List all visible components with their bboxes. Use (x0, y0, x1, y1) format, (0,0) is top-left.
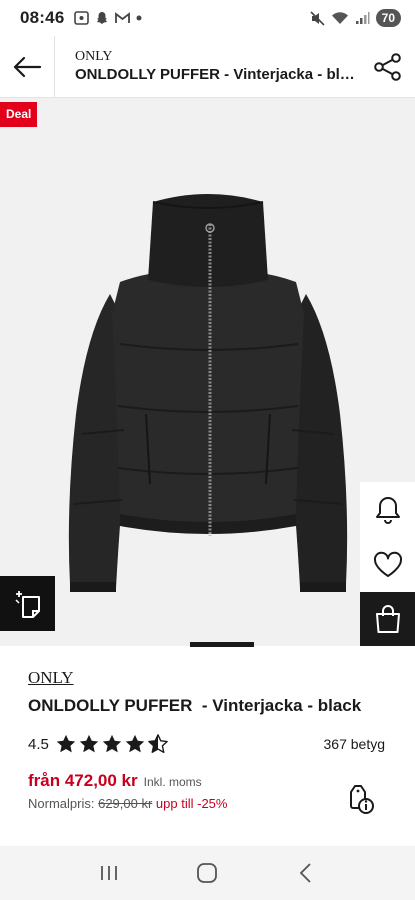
share-button[interactable] (361, 36, 415, 98)
status-bar: 08:46 70 (0, 0, 415, 36)
shopping-bag-icon (375, 605, 400, 633)
find-similar-button[interactable] (0, 576, 55, 631)
chevron-left-icon (299, 863, 311, 883)
snapchat-icon (97, 12, 108, 24)
heart-icon (373, 551, 402, 577)
carousel-indicator-active (190, 642, 254, 647)
normal-price-label: Normalpris: (28, 796, 95, 811)
review-count[interactable]: 367 betyg (324, 736, 399, 752)
header-title: ONLDOLLY PUFFER - Vinterjacka - bla... (75, 66, 355, 83)
header-brand: ONLY (75, 49, 113, 64)
brand-link[interactable]: ONLY (28, 668, 74, 688)
wifi-icon (331, 12, 348, 24)
home-icon (197, 863, 218, 883)
system-nav-bar (0, 846, 415, 900)
arrow-left-icon (13, 56, 42, 77)
back-button[interactable] (0, 35, 55, 98)
system-back-button[interactable] (281, 853, 331, 893)
tax-note: Inkl. moms (143, 775, 202, 789)
rating-row[interactable]: 4.5 367 betyg (28, 733, 398, 755)
deal-badge: Deal (0, 102, 38, 127)
dot-icon (136, 15, 142, 21)
signal-icon (355, 12, 370, 24)
wishlist-button[interactable] (360, 537, 415, 592)
product-description: - Vinterjacka - black (201, 696, 362, 715)
bell-icon (375, 496, 400, 524)
star-icon (102, 734, 122, 753)
recent-apps-button[interactable] (84, 853, 134, 893)
add-to-bag-button[interactable] (360, 592, 415, 646)
recent-apps-icon (101, 866, 118, 880)
star-icon (79, 734, 99, 753)
star-rating (55, 733, 169, 755)
gmail-icon (115, 12, 131, 23)
price: från 472,00 kr (28, 771, 138, 790)
price-info-button[interactable] (343, 782, 377, 818)
share-icon (374, 52, 401, 81)
app-header: ONLY ONLDOLLY PUFFER - Vinterjacka - bla… (0, 35, 415, 98)
screenshot-icon (74, 11, 90, 25)
rating-value: 4.5 (28, 735, 49, 753)
discount-text: upp till -25% (155, 796, 228, 811)
carousel-indicator (0, 642, 415, 647)
star-icon (125, 734, 145, 753)
price-info-icon (350, 785, 374, 814)
product-image-carousel[interactable]: Deal (0, 98, 415, 646)
status-time: 08:46 (20, 8, 65, 27)
half-star-icon (148, 734, 168, 754)
notify-button[interactable] (360, 482, 415, 537)
battery-badge: 70 (375, 9, 401, 27)
home-button[interactable] (182, 853, 232, 893)
star-icon (56, 734, 76, 753)
system-icons: 70 (310, 9, 401, 27)
notification-icons (74, 11, 142, 25)
header-text: ONLY ONLDOLLY PUFFER - Vinterjacka - bla… (55, 48, 361, 85)
mute-icon (310, 10, 325, 26)
product-image-jacket (68, 194, 348, 592)
normal-price: 629,00 kr (98, 796, 153, 811)
similar-items-icon (14, 590, 40, 618)
product-title: ONLDOLLY PUFFER - Vinterjacka - black (28, 695, 398, 717)
product-name: ONLDOLLY PUFFER (28, 696, 193, 715)
